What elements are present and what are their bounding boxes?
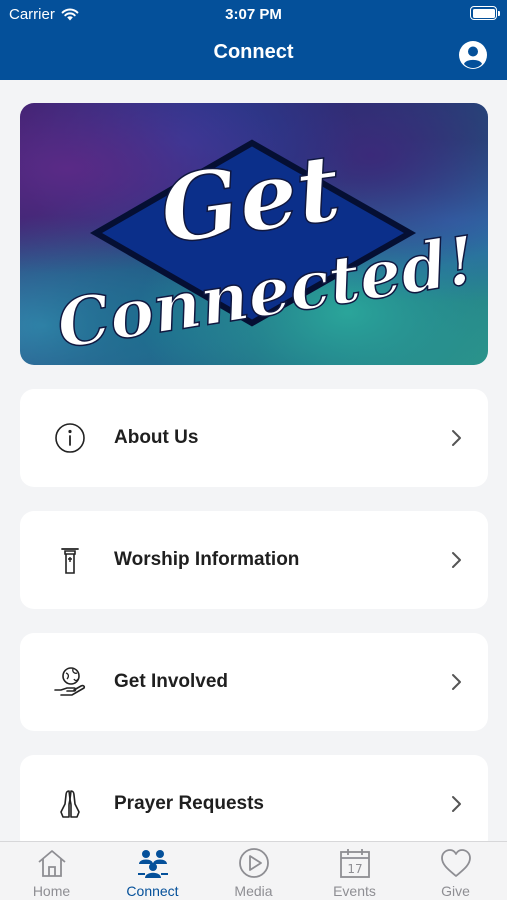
tab-label: Events — [333, 883, 376, 899]
chevron-right-icon — [452, 430, 461, 446]
status-time: 3:07 PM — [225, 6, 282, 23]
menu-item-label: Prayer Requests — [114, 793, 264, 814]
menu-item-worship-information[interactable]: Worship Information — [20, 511, 488, 609]
menu-item-get-involved[interactable]: Get Involved — [20, 633, 488, 731]
get-connected-banner[interactable]: Get Connected! — [20, 103, 488, 365]
menu-item-label: Worship Information — [114, 549, 300, 570]
chevron-right-icon — [452, 796, 461, 812]
praying-hands-icon — [60, 790, 80, 818]
calendar-day-number: 17 — [347, 862, 362, 876]
chevron-right-icon — [452, 674, 461, 690]
tab-home[interactable]: Home — [1, 842, 102, 900]
menu-item-label: About Us — [114, 427, 199, 448]
tab-label: Connect — [126, 883, 179, 899]
tab-give[interactable]: Give — [405, 842, 506, 900]
people-icon — [138, 850, 168, 878]
tab-connect[interactable]: Connect — [102, 842, 203, 900]
play-icon — [239, 848, 269, 878]
globe-hand-icon — [54, 667, 86, 696]
chevron-right-icon — [452, 552, 461, 568]
tab-events[interactable]: 17 Events — [304, 842, 405, 900]
tab-media[interactable]: Media — [203, 842, 304, 900]
top-bar: Carrier 3:07 PM Connect — [0, 0, 507, 80]
pulpit-icon — [61, 548, 79, 574]
tab-bar: Home Connect Media 17 Events Give — [0, 841, 507, 900]
status-bar: Carrier 3:07 PM — [0, 0, 507, 28]
battery-icon — [470, 6, 500, 20]
tab-label: Home — [32, 883, 71, 899]
profile-icon[interactable] — [458, 40, 488, 70]
menu-item-about-us[interactable]: About Us — [20, 389, 488, 487]
tab-label: Give — [441, 883, 470, 899]
home-icon — [38, 850, 66, 877]
menu-item-label: Get Involved — [114, 671, 229, 692]
tab-label: Media — [234, 883, 273, 899]
page-title: Connect — [213, 41, 294, 63]
menu-item-prayer-requests[interactable]: Prayer Requests — [20, 755, 488, 853]
heart-icon — [441, 849, 471, 877]
info-icon — [55, 423, 85, 453]
calendar-icon: 17 — [340, 849, 370, 878]
